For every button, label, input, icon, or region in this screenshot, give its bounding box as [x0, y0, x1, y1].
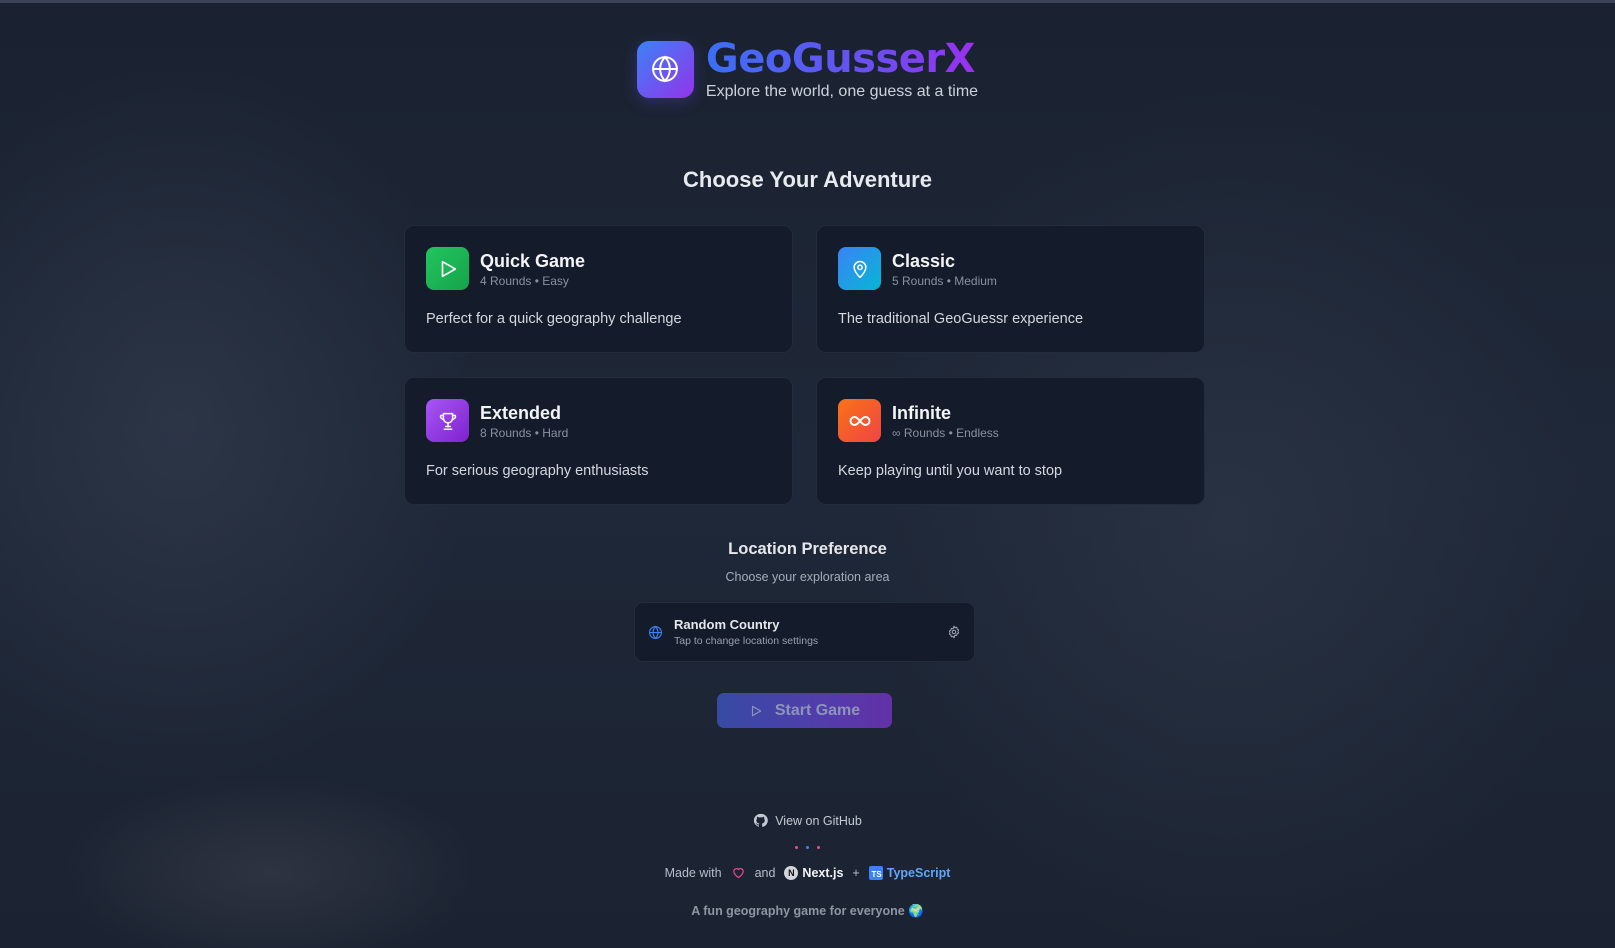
- github-label: View on GitHub: [775, 813, 862, 828]
- app-title: GeoGusserX: [706, 37, 978, 81]
- gear-icon[interactable]: [947, 625, 961, 639]
- mode-meta: 8 Rounds • Hard: [480, 425, 569, 440]
- github-link[interactable]: View on GitHub: [0, 813, 1615, 828]
- page: GeoGusserX Explore the world, one guess …: [0, 0, 1615, 948]
- footer-dots: [0, 846, 1615, 849]
- heart-icon: [732, 868, 744, 879]
- mode-title: Extended: [480, 402, 562, 423]
- made-with-label: Made with: [664, 865, 722, 880]
- map-pin-icon: [852, 260, 867, 278]
- nextjs-label: Next.js: [802, 865, 844, 880]
- mode-meta: ∞ Rounds • Endless: [892, 425, 999, 440]
- typescript-icon: TS: [868, 865, 883, 880]
- play-icon: [751, 705, 762, 716]
- location-hint: Tap to change location settings: [674, 635, 819, 647]
- footer-tagline: A fun geography game for everyone 🌍: [691, 904, 924, 918]
- mode-meta: 5 Rounds • Medium: [892, 273, 997, 288]
- trophy-icon: [439, 412, 456, 430]
- mode-title: Infinite: [892, 402, 951, 423]
- mode-card-extended[interactable]: Extended 8 Rounds • Hard For serious geo…: [404, 377, 793, 505]
- globe-icon: [649, 625, 662, 639]
- and-label: and: [754, 865, 776, 880]
- mode-icon-box: [838, 247, 881, 290]
- location-value: Random Country: [674, 617, 780, 632]
- mode-title: Classic: [892, 250, 956, 271]
- nextjs-link[interactable]: N Next.js: [784, 865, 844, 880]
- game-mode-grid: Quick Game 4 Rounds • Easy Perfect for a…: [404, 225, 1205, 505]
- globe-icon: [652, 55, 679, 83]
- mode-description: The traditional GeoGuessr experience: [838, 311, 1084, 327]
- mode-card-classic[interactable]: Classic 5 Rounds • Medium The traditiona…: [816, 225, 1205, 353]
- app-subtitle: Explore the world, one guess at a time: [705, 83, 979, 100]
- play-icon: [441, 260, 456, 277]
- mode-description: For serious geography enthusiasts: [426, 463, 649, 479]
- mode-card-infinite[interactable]: Infinite ∞ Rounds • Endless Keep playing…: [816, 377, 1205, 505]
- location-selector[interactable]: Random Country Tap to change location se…: [634, 602, 975, 662]
- mode-card-quick-game[interactable]: Quick Game 4 Rounds • Easy Perfect for a…: [404, 225, 793, 353]
- mode-icon-box: [426, 399, 469, 442]
- github-icon: [754, 813, 769, 827]
- infinity-icon: [849, 415, 870, 426]
- location-heading: Location Preference: [728, 540, 887, 558]
- made-with-line: Made with and N Next.js + TS TypeScript: [0, 865, 1615, 880]
- nextjs-icon: N: [784, 865, 799, 880]
- dot: [806, 846, 809, 849]
- dot: [817, 846, 820, 849]
- app-logo: [636, 40, 694, 98]
- start-game-button[interactable]: Start Game: [717, 693, 892, 728]
- location-subheading: Choose your exploration area: [725, 570, 890, 584]
- dot: [795, 846, 798, 849]
- plus-label: +: [852, 865, 860, 880]
- app-header: GeoGusserX Explore the world, one guess …: [0, 37, 1615, 101]
- typescript-label: TypeScript: [886, 865, 951, 880]
- brand: GeoGusserX Explore the world, one guess …: [706, 37, 978, 101]
- typescript-link[interactable]: TS TypeScript: [868, 865, 951, 880]
- mode-description: Keep playing until you want to stop: [838, 463, 1063, 479]
- mode-icon-box: [426, 247, 469, 290]
- mode-meta: 4 Rounds • Easy: [480, 273, 569, 288]
- mode-description: Perfect for a quick geography challenge: [426, 311, 682, 327]
- section-heading: Choose Your Adventure: [683, 167, 932, 192]
- mode-icon-box: [838, 399, 881, 442]
- mode-title: Quick Game: [480, 250, 586, 271]
- start-game-label: Start Game: [774, 701, 861, 719]
